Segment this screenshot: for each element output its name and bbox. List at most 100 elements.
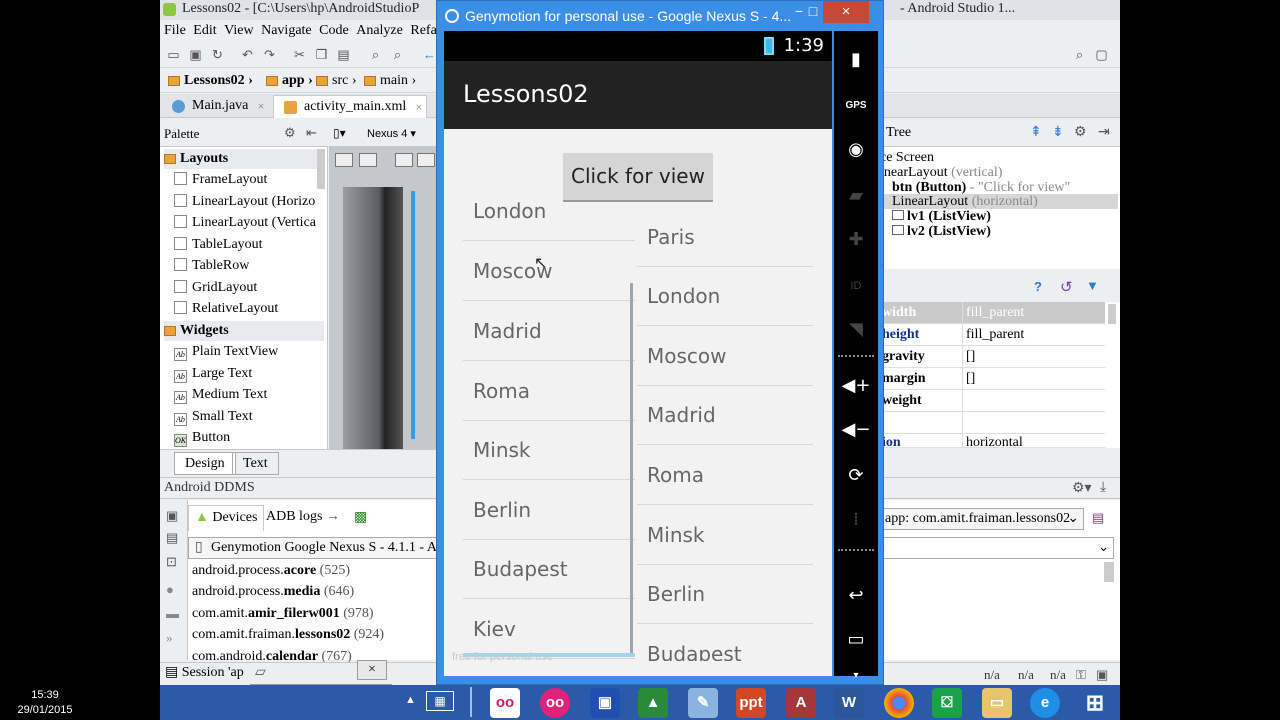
screencast-icon[interactable]: ▰ xyxy=(841,181,871,211)
back-icon[interactable]: ← xyxy=(422,47,437,62)
property-row-orientation[interactable]: ion horizontal xyxy=(880,434,1105,448)
paint-icon[interactable]: ✎ xyxy=(688,688,718,718)
paste-icon[interactable]: ▤ xyxy=(336,47,351,62)
palette-item-medium-text[interactable]: Ab Medium Text xyxy=(174,385,267,405)
process-row[interactable]: com.android.calendar (767) xyxy=(192,646,352,662)
app-filter-dropdown[interactable]: app: com.amit.fraiman.lessons02 ⌄ xyxy=(880,508,1084,530)
palette-item-relativelayout[interactable]: RelativeLayout xyxy=(174,299,278,319)
palette-item-large-text[interactable]: Ab Large Text xyxy=(174,364,252,384)
collapse-all-icon[interactable]: ⇟ xyxy=(1052,124,1064,141)
replace-icon[interactable]: ⌕ xyxy=(390,47,405,62)
keyboard-icon[interactable]: ▦ xyxy=(426,691,454,711)
session-close-button[interactable]: × xyxy=(357,660,387,680)
menu-edit[interactable]: Edit xyxy=(193,21,216,41)
property-row-weight[interactable]: weight xyxy=(880,390,1105,412)
recent-apps-icon[interactable]: ▭ xyxy=(841,625,871,655)
property-row-gravity[interactable]: gravity[] xyxy=(880,346,1105,368)
close-tab-icon[interactable]: × xyxy=(258,95,265,117)
gear-icon[interactable]: ⚙▾ xyxy=(1072,480,1092,497)
breadcrumb-app[interactable]: app › xyxy=(266,72,313,90)
menu-analyze[interactable]: Analyze xyxy=(356,21,403,41)
list-item[interactable]: Minsk xyxy=(463,420,635,480)
windows-start-icon[interactable]: ⊞ xyxy=(1080,688,1110,718)
gear-icon[interactable]: ⚙ xyxy=(284,125,296,141)
search-everywhere-icon[interactable]: ⌕ xyxy=(1072,47,1087,62)
logcat-filter-icon[interactable]: ▤ xyxy=(1092,510,1104,526)
properties-scrollbar[interactable] xyxy=(1108,304,1116,324)
restore-layout-icon[interactable]: ▩ xyxy=(354,509,367,526)
menu-navigate[interactable]: Navigate xyxy=(261,21,312,41)
filter-icon[interactable]: ▼ xyxy=(1086,278,1099,294)
layout-variant-icon[interactable]: ▯▾ xyxy=(333,126,346,140)
list-item[interactable]: Paris xyxy=(637,207,813,267)
list-item[interactable]: Moscow xyxy=(463,241,635,301)
menu-file[interactable]: File xyxy=(164,21,186,41)
process-row[interactable]: android.process.media (646) xyxy=(192,581,354,602)
help-icon[interactable]: ? xyxy=(1034,279,1042,294)
palette-item-button[interactable]: OK Button xyxy=(174,428,230,448)
powerpoint-icon[interactable]: ppt xyxy=(736,688,766,718)
store-icon[interactable]: ⛋ xyxy=(932,688,962,718)
palette-category-widgets[interactable]: Widgets xyxy=(164,321,324,341)
copy-icon[interactable]: ❐ xyxy=(314,47,329,62)
lock-icon[interactable]: ⚿ xyxy=(1076,666,1086,684)
palette-item-tablerow[interactable]: TableRow xyxy=(174,256,249,276)
undo-icon[interactable]: ↶ xyxy=(240,47,255,62)
close-window-button[interactable]: × xyxy=(823,1,869,23)
file-explorer-icon[interactable]: ▭ xyxy=(982,688,1012,718)
palette-category-layouts[interactable]: Layouts xyxy=(164,149,324,169)
breadcrumb-lessons02[interactable]: Lessons02 › xyxy=(168,72,253,90)
chrome-icon[interactable] xyxy=(884,688,914,718)
property-row-blank[interactable] xyxy=(880,412,1105,434)
stop-icon[interactable]: ● xyxy=(166,582,174,598)
collapse-panel-icon[interactable]: ⇤ xyxy=(306,125,317,141)
palette-item-linearlayout-horizontal[interactable]: LinearLayout (Horizo xyxy=(174,192,315,212)
list-item[interactable]: Madrid xyxy=(637,385,813,445)
palette-item-framelayout[interactable]: FrameLayout xyxy=(174,170,267,190)
tree-row-device-screen[interactable]: ce Screen xyxy=(880,150,934,165)
volume-down-icon[interactable]: ◀− xyxy=(841,415,871,445)
battery-widget-icon[interactable]: ▮ xyxy=(841,45,871,75)
tab-devices[interactable]: ▲ Devices xyxy=(188,505,265,531)
webcam-icon[interactable]: ◉ xyxy=(841,135,871,165)
list-item[interactable]: Budapest xyxy=(637,624,813,661)
redo-icon[interactable]: ↷ xyxy=(262,47,277,62)
list-item[interactable]: Madrid xyxy=(463,301,635,361)
menu-refactor[interactable]: Refa xyxy=(410,21,436,41)
menu-view[interactable]: View xyxy=(224,21,253,41)
restore-default-icon[interactable]: ↺ xyxy=(1060,278,1073,297)
list-item[interactable]: Minsk xyxy=(637,505,813,565)
zoom-fit-icon[interactable] xyxy=(335,153,353,167)
tree-row-lv2[interactable]: lv2 (ListView) xyxy=(892,224,991,239)
toggle-height-icon[interactable] xyxy=(417,153,435,167)
tree-row-linearlayout-vertical[interactable]: inearLayout (vertical) xyxy=(880,165,1002,180)
tab-text[interactable]: Text xyxy=(232,452,279,475)
rotate-icon[interactable]: ⟳ xyxy=(841,461,871,491)
device-selector-dropdown[interactable]: ▯ Genymotion Google Nexus S - 4.1.1 - A xyxy=(188,537,448,559)
save-icon[interactable]: ▣ xyxy=(188,47,203,62)
genymotion-taskbar-icon[interactable]: oo xyxy=(490,688,520,718)
save-floppy-icon[interactable]: ▣ xyxy=(590,688,620,718)
property-row-width[interactable]: width fill_parent xyxy=(880,302,1105,324)
gps-widget-icon[interactable]: GPS xyxy=(841,91,871,121)
list-item[interactable]: Budapest xyxy=(463,539,635,599)
user-icon[interactable]: ▢ xyxy=(1094,47,1109,62)
list-item[interactable]: Berlin xyxy=(637,564,813,624)
heap-icon[interactable]: ▬ xyxy=(166,606,179,622)
palette-scrollbar[interactable] xyxy=(317,149,325,189)
property-row-height[interactable]: height fill_parent xyxy=(880,324,1105,346)
genymotion-shell-taskbar-icon[interactable]: oo xyxy=(540,688,570,718)
list-item[interactable]: London xyxy=(463,201,635,241)
list-item[interactable]: Roma xyxy=(637,445,813,505)
logcat-scrollbar[interactable] xyxy=(1104,562,1114,582)
list-item[interactable]: Kiev xyxy=(463,599,635,659)
process-row[interactable]: com.amit.amir_filerw001 (978) xyxy=(192,603,374,624)
event-log-icon[interactable]: ▣ xyxy=(1096,666,1108,684)
cut-icon[interactable]: ✂ xyxy=(292,47,307,62)
android-studio-taskbar-icon[interactable]: ▲ xyxy=(638,688,668,718)
tree-row-btn[interactable]: btn (Button) - "Click for view" xyxy=(892,180,1070,195)
list-item[interactable]: Moscow xyxy=(637,326,813,386)
debug-icon[interactable]: ⊡ xyxy=(166,554,177,570)
minimize-panel-icon[interactable]: ⤓ xyxy=(1100,480,1106,496)
zoom-grid-icon[interactable] xyxy=(359,153,377,167)
